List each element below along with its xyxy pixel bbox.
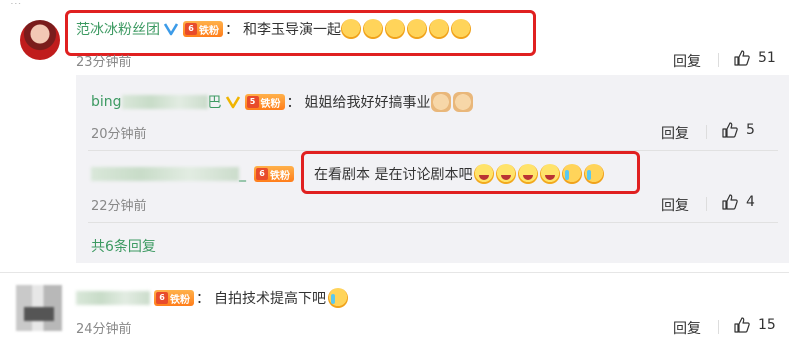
reply-header: bing 巴 5 铁粉 ： 姐姐给我好好搞事业 [91,90,475,114]
username-suffix[interactable]: 巴 [208,92,222,112]
reply-divider [88,222,778,223]
reply-button[interactable]: 回复 [661,123,689,143]
colon: ： [196,291,210,307]
blurred-username [76,291,150,305]
verified-v-icon [225,95,241,109]
divider [718,320,719,334]
divider [706,125,707,139]
avatar[interactable] [20,20,60,60]
top-cut-text: ... [0,0,120,4]
ok-hand-emoji-icon [452,92,473,112]
fan-badge-icon[interactable]: 5 铁粉 [244,94,285,110]
like-button[interactable]: 5 [722,122,755,138]
divider [706,197,707,211]
more-replies-link[interactable]: 共6条回复 [91,236,156,256]
like-count: 15 [758,317,776,333]
like-thumb-icon [734,50,750,66]
like-count: 4 [746,194,755,210]
comment-divider [0,272,789,273]
blurred-username [121,95,208,109]
like-count: 51 [758,50,776,66]
comment-time: 23分钟前 [76,55,132,70]
reply-time: 20分钟前 [91,127,147,142]
comment-time: 24分钟前 [76,322,132,337]
colon: ： [286,95,301,111]
blurred-username [91,167,239,181]
like-button[interactable]: 15 [734,317,776,333]
ok-hand-emoji-icon [430,92,451,112]
username-suffix[interactable]: _ [239,166,246,182]
like-count: 5 [746,122,755,138]
username-link[interactable]: bing [91,94,122,110]
like-button[interactable]: 51 [734,50,776,66]
cry-laugh-emoji-icon [328,288,348,308]
like-thumb-icon [722,194,738,210]
reply-time: 22分钟前 [91,199,147,214]
comment-text: 自拍技术提高下吧 [214,291,326,307]
highlight-box [301,151,640,194]
like-thumb-icon [734,317,750,333]
fan-badge-icon[interactable]: 6 铁粉 [154,290,194,306]
highlight-box [65,10,536,56]
like-button[interactable]: 4 [722,194,755,210]
like-thumb-icon [722,122,738,138]
avatar[interactable] [16,285,62,331]
reply-button[interactable]: 回复 [673,51,701,71]
divider [718,53,719,67]
comment-header: 6 铁粉 ： 自拍技术提高下吧 [76,286,350,310]
reply-text: 姐姐给我好好搞事业 [304,95,431,111]
fan-badge-icon[interactable]: 6 铁粉 [254,166,294,182]
reply-button[interactable]: 回复 [661,195,689,215]
reply-header: _ 6 铁粉 [91,162,308,186]
reply-button[interactable]: 回复 [673,318,701,338]
